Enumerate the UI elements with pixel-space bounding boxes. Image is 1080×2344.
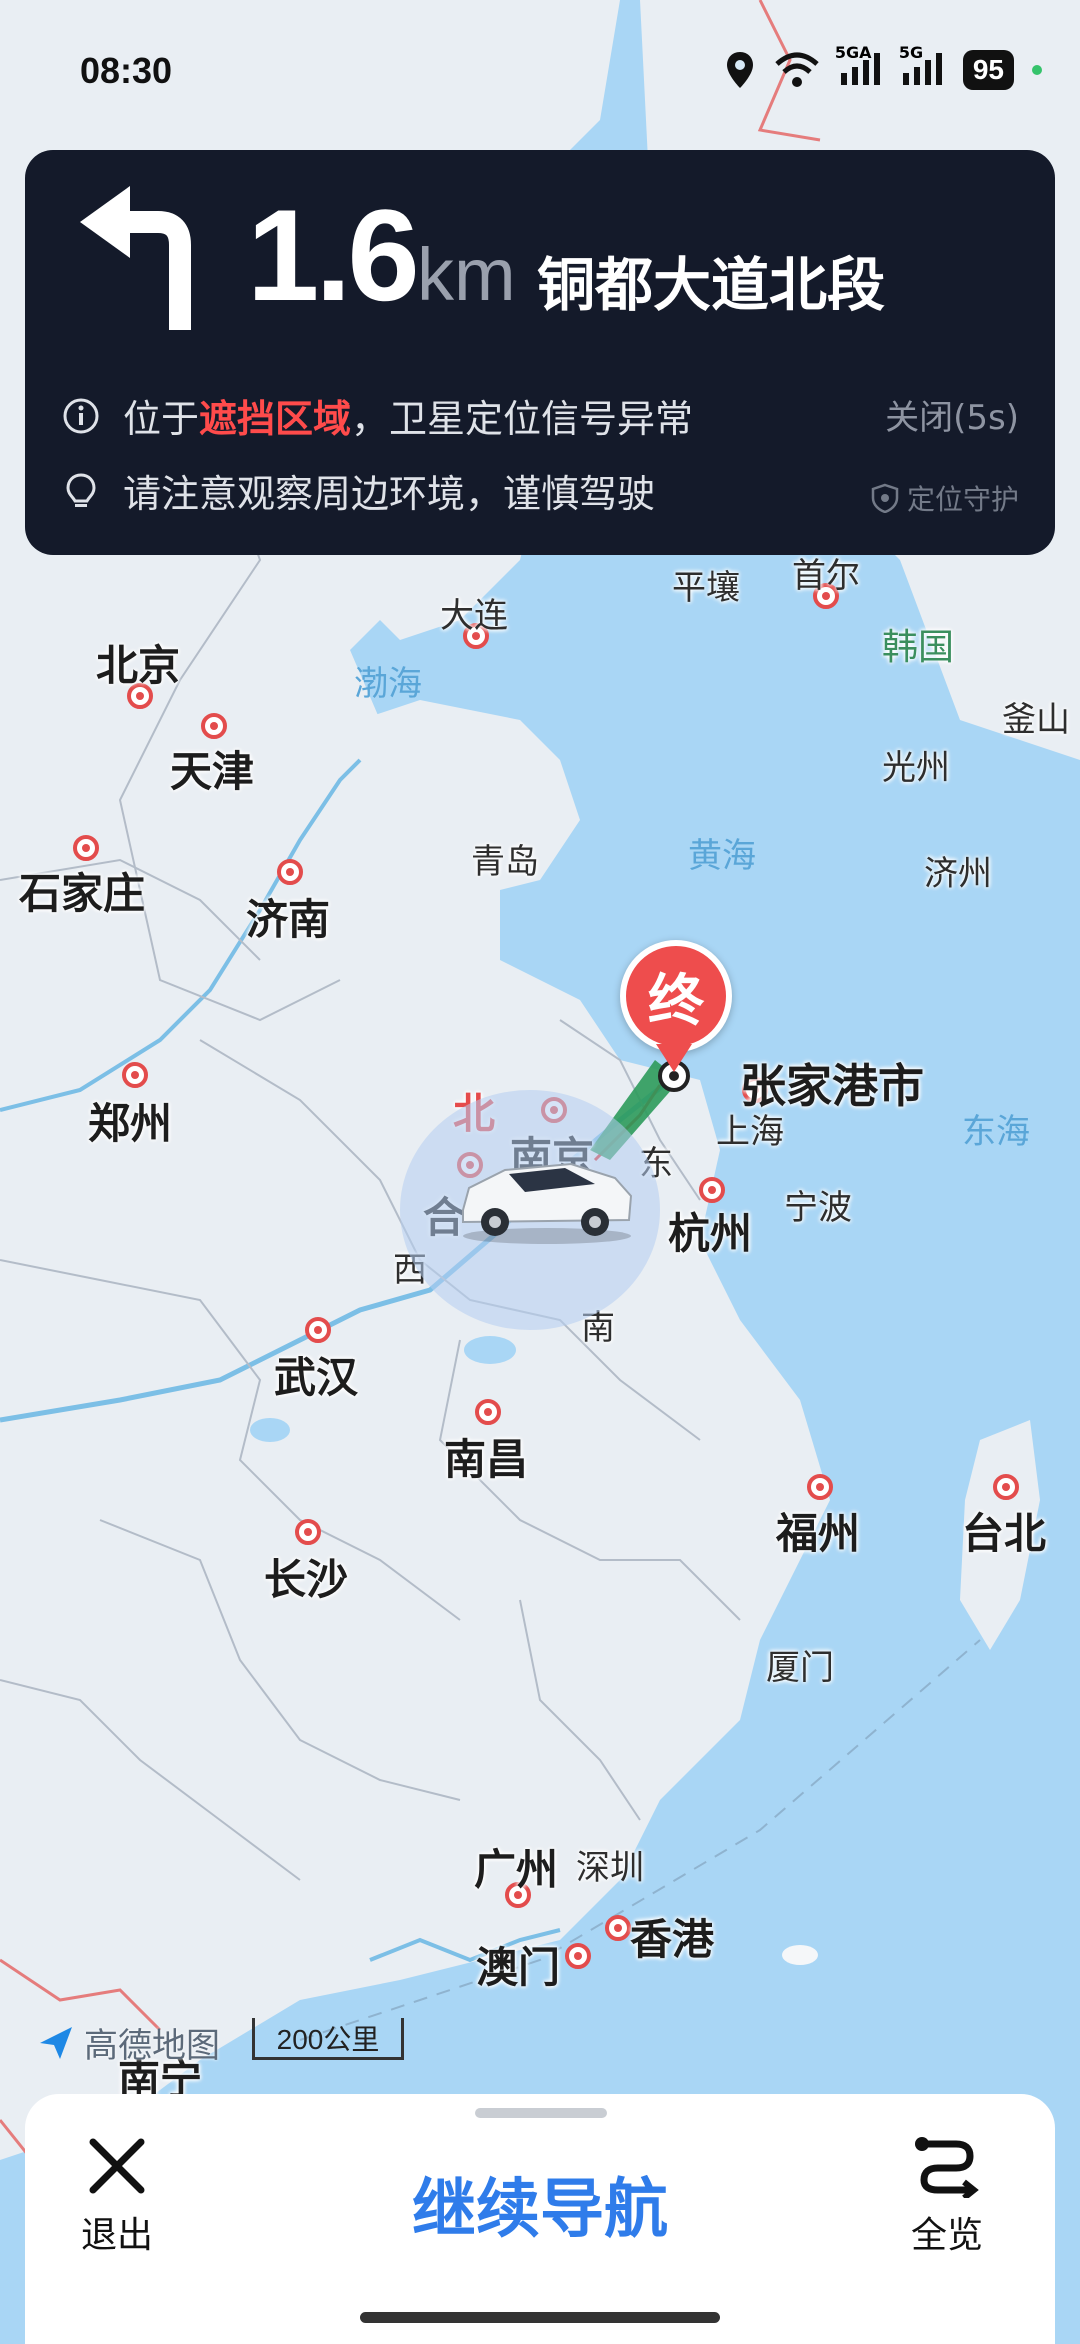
- label-xiamen: 厦门: [766, 1648, 834, 1688]
- label-ningbo: 宁波: [784, 1188, 852, 1228]
- road-name: 铜都大道北段: [537, 251, 886, 319]
- city-dot: [605, 1915, 631, 1941]
- warning-highlight: 遮挡区域: [199, 397, 352, 441]
- warning-message: 位于遮挡区域，卫星定位信号异常: [61, 388, 693, 443]
- shield-icon: [871, 483, 899, 513]
- overview-label: 全览: [911, 2215, 984, 2256]
- label-zhengzhou: 郑州: [87, 1099, 173, 1148]
- info-icon: [63, 398, 99, 433]
- signal-1: 5GA: [835, 43, 883, 89]
- label-busan: 釜山: [1002, 700, 1070, 740]
- location-guard-label: 定位守护: [906, 483, 1019, 516]
- label-tianjin: 天津: [169, 747, 255, 796]
- label-qingdao: 青岛: [471, 842, 539, 882]
- city-dot: [295, 1519, 321, 1545]
- close-icon: [89, 2138, 145, 2194]
- location-guard[interactable]: 定位守护: [871, 478, 1019, 518]
- label-guangzhou: 广州: [473, 1845, 559, 1894]
- turn-distance: 1.6: [247, 182, 420, 328]
- distance-unit: km: [417, 233, 516, 316]
- turn-left-icon: [80, 186, 191, 330]
- city-dot: [807, 1474, 833, 1500]
- home-indicator[interactable]: [360, 2312, 720, 2323]
- tip-text: 请注意观察周边环境，谨慎驾驶: [123, 472, 656, 516]
- label-shijiazhuang: 石家庄: [18, 869, 146, 918]
- end-marker-tail: [656, 1044, 692, 1072]
- label-macau: 澳门: [475, 1943, 561, 1992]
- status-bar: 08:30 5GA 5G 95: [0, 40, 1080, 110]
- amap-logo-icon: [40, 2026, 72, 2059]
- label-wuhan: 武汉: [273, 1353, 359, 1402]
- label-jinan: 济南: [245, 895, 331, 944]
- signal-2-label: 5G: [898, 43, 924, 62]
- label-jeju: 济州: [924, 854, 992, 894]
- privacy-dot: [1032, 65, 1042, 75]
- wifi-icon: [775, 52, 819, 87]
- city-dot: [73, 835, 99, 861]
- city-dot: [122, 1062, 148, 1088]
- battery-indicator: 95: [962, 50, 1014, 90]
- lightbulb-icon: [66, 472, 96, 507]
- exit-button[interactable]: 退出: [81, 2134, 153, 2258]
- bottom-action-bar: 退出 继续导航 全览: [25, 2094, 1055, 2344]
- map-scale: 200公里: [252, 2018, 404, 2060]
- label-bohai: 渤海: [354, 664, 422, 704]
- label-fuzhou: 福州: [775, 1509, 861, 1558]
- city-dot: [201, 713, 227, 739]
- tip-message: 请注意观察周边环境，谨慎驾驶: [61, 463, 655, 518]
- city-dot: [993, 1474, 1019, 1500]
- label-seoul: 首尔: [792, 556, 860, 596]
- drag-handle[interactable]: [475, 2108, 607, 2118]
- amap-logo-text: 高德地图: [84, 2026, 220, 2066]
- location-icon: [726, 52, 753, 88]
- car-icon: [462, 1162, 633, 1244]
- label-changsha: 长沙: [263, 1555, 349, 1604]
- status-icons: 5GA 5G 95: [725, 43, 1042, 90]
- warning-suffix: ，卫星定位信号异常: [351, 397, 694, 441]
- close-countdown-button[interactable]: 关闭(5s): [885, 390, 1019, 439]
- warning-prefix: 位于: [123, 397, 200, 441]
- label-nanchang: 南昌: [443, 1435, 529, 1484]
- label-hangzhou: 杭州: [667, 1209, 753, 1258]
- label-yellowsea: 黄海: [688, 836, 756, 876]
- label-shenzhen: 深圳: [576, 1848, 644, 1888]
- city-dot: [305, 1317, 331, 1343]
- signal-2: 5G: [899, 43, 945, 89]
- city-dot: [565, 1943, 591, 1969]
- signal-1-label: 5GA: [834, 43, 872, 62]
- city-dot: [475, 1399, 501, 1425]
- label-hongkong: 香港: [629, 1915, 715, 1964]
- label-pyongyang: 平壤: [672, 568, 740, 608]
- exit-label: 退出: [81, 2215, 154, 2256]
- continue-navigation-button[interactable]: 继续导航: [385, 2144, 695, 2264]
- destination-label: 张家港市: [740, 1059, 924, 1113]
- label-taipei: 台北: [961, 1509, 1047, 1558]
- amap-logo: 高德地图: [36, 2018, 220, 2067]
- label-korea: 韩国: [881, 627, 955, 668]
- city-dot: [277, 859, 303, 885]
- label-beijing: 北京: [95, 641, 181, 690]
- label-gwangju: 光州: [882, 748, 950, 788]
- label-eastsea: 东海: [962, 1112, 1030, 1152]
- navigation-card[interactable]: 1.6 km 铜都大道北段 位于遮挡区域，卫星定位信号异常 请注意观察周边环境，…: [25, 150, 1055, 555]
- route-overview-icon: [915, 2137, 979, 2198]
- status-time: 08:30: [80, 50, 173, 91]
- end-marker[interactable]: 终: [620, 940, 732, 1052]
- label-dalian: 大连: [440, 596, 508, 636]
- overview-button[interactable]: 全览: [911, 2134, 983, 2258]
